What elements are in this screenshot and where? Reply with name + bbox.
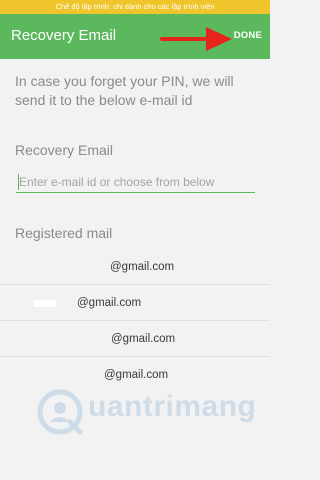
page-title: Recovery Email <box>11 27 117 44</box>
registered-mail-label: Registered mail <box>15 225 113 241</box>
watermark-text: uantrimang <box>88 390 257 423</box>
mail-item-address: @gmail.com <box>110 261 175 273</box>
status-bar: Chế độ lập trình: chỉ dành cho các lập t… <box>0 0 270 14</box>
watermark-logo-icon <box>37 389 83 435</box>
arrow-annotation-icon <box>160 27 232 51</box>
mail-item-address: @gmail.com <box>77 297 142 309</box>
mail-item[interactable]: @gmail.com <box>0 250 270 285</box>
text-caret <box>18 174 19 190</box>
recovery-email-label: Recovery Email <box>15 142 114 158</box>
done-button[interactable]: DONE <box>234 30 262 42</box>
redacted-area <box>34 300 56 307</box>
recovery-email-input[interactable] <box>16 172 255 193</box>
watermark: uantrimang <box>36 384 256 440</box>
mail-item[interactable]: @gmail.com <box>0 322 270 357</box>
intro-text: In case you forget your PIN, we will sen… <box>15 73 234 108</box>
mail-item[interactable]: @gmail.com <box>0 286 270 321</box>
mail-item-address: @gmail.com <box>111 333 176 345</box>
